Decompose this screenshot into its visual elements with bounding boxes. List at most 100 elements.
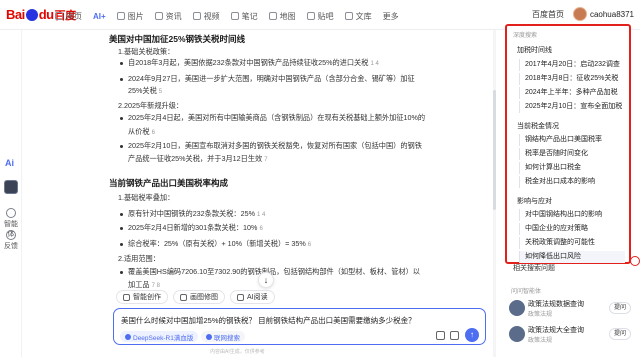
avatar[interactable] xyxy=(572,7,587,21)
scroll-thumb[interactable] xyxy=(493,90,496,210)
tab-map[interactable]: 地图 xyxy=(268,11,296,22)
tab-wenku[interactable]: 文库 xyxy=(344,11,372,22)
map-icon xyxy=(268,12,277,20)
tab-news[interactable]: 资讯 xyxy=(154,11,182,22)
agent-avatar xyxy=(509,300,525,316)
panel-item[interactable]: 税率是否随时间变化 xyxy=(519,148,625,160)
globe-icon xyxy=(206,333,212,340)
tab-note[interactable]: 笔记 xyxy=(230,11,258,22)
deepseek-icon xyxy=(125,333,131,340)
draw-icon xyxy=(180,293,187,301)
paw-icon xyxy=(25,9,38,21)
video-icon xyxy=(192,12,201,20)
panel-item[interactable]: 如何降低出口风险 xyxy=(519,251,625,263)
citation-ref[interactable]: 1 4 xyxy=(257,212,265,218)
bullet-dot xyxy=(120,227,123,230)
subsection-heading: 1.基础税率叠加： xyxy=(118,193,175,202)
section-title-tax: 当前钢铁产品出口美国税率构成 xyxy=(109,178,229,188)
panel-item[interactable]: 如何计算出口税金 xyxy=(519,162,625,174)
baidu-home-link[interactable]: 百度首页 xyxy=(532,9,564,20)
smart-create-button[interactable]: 智能创作 xyxy=(116,290,168,304)
chat-input-box[interactable]: 美国什么时候对中国加增25%的钢铁税？ 目前钢铁结构产品出口美国需要缴纳多少税金… xyxy=(113,308,486,345)
panel-item[interactable]: 税金对出口成本的影响 xyxy=(519,176,625,188)
ask-button[interactable]: 提问 xyxy=(608,302,631,314)
ai-read-button[interactable]: AI阅读 xyxy=(230,290,275,304)
citation-ref[interactable]: 6 xyxy=(259,226,262,232)
panel-header: 深度搜索 xyxy=(513,33,538,39)
scrollbar[interactable] xyxy=(493,30,496,357)
list-item: 2025年2月4日起，美国对所有中国输美商品（含钢铁制品）在现有关税基础上额外加… xyxy=(128,113,426,122)
subsection-heading: 2.适用范围： xyxy=(118,254,160,263)
list-item-cont: 产品统一征收25%关税，并于3月12日生效 7 xyxy=(128,154,268,163)
arrow-down-icon: ↓ xyxy=(263,275,269,285)
panel-item[interactable]: 钢结构产品出口美国税率 xyxy=(519,134,625,146)
left-rail: Ai 智能体 反馈 xyxy=(0,30,22,357)
top-right: 百度首页 caohua8371 xyxy=(532,7,634,21)
citation-ref[interactable]: 6 xyxy=(152,130,155,136)
panel-section-title: 加税时间线 xyxy=(517,47,552,54)
bullet-dot xyxy=(120,243,123,246)
panel-item[interactable]: 对中国钢结构出口的影响 xyxy=(519,209,625,221)
panel-section-title: 影响与应对 xyxy=(517,198,552,205)
nav-tabs: 网页 AI+ 图片 资讯 视频 笔记 地图 贴吧 文库 更多 xyxy=(55,9,410,23)
disclaimer: 内容由AI生成，仅供参考 xyxy=(210,349,265,355)
wenku-icon xyxy=(344,12,353,20)
panel-item[interactable]: 2024年上半年：多种产品加税 xyxy=(519,87,625,99)
attach-icon[interactable] xyxy=(436,331,445,340)
citation-ref[interactable]: 1 4 xyxy=(370,61,378,67)
list-item-cont: 25%关税 5 xyxy=(128,86,163,95)
tab-more[interactable]: 更多 xyxy=(383,11,399,22)
agent-card[interactable]: 政策法规数据查询 政策法规 提问 xyxy=(509,298,631,318)
section-title-timeline: 美国对中国加征25%钢铁关税时间线 xyxy=(109,34,246,44)
bullet-dot xyxy=(120,213,123,216)
panel-item[interactable]: 2018年3月8日：征收25%关税 xyxy=(519,73,625,85)
list-item: 自2018年3月起，美国依据232条款对中国钢铁产品持续征收25%的进口关税 1… xyxy=(128,58,379,67)
tab-web[interactable]: 网页 xyxy=(55,11,82,22)
model-chip[interactable]: DeepSeek-R1满血版 xyxy=(120,331,199,342)
create-icon xyxy=(123,293,130,301)
tab-tieba[interactable]: 贴吧 xyxy=(306,11,334,22)
feedback-icon xyxy=(6,230,16,240)
feedback-button[interactable]: 反馈 xyxy=(3,230,19,251)
ask-button[interactable]: 提问 xyxy=(608,328,631,340)
web-icon xyxy=(55,12,63,20)
arrow-up-icon: ↑ xyxy=(470,330,474,339)
image-icon xyxy=(116,12,125,20)
ai-assistant-icon[interactable]: Ai xyxy=(5,158,14,168)
history-thumbnail[interactable] xyxy=(4,180,18,194)
agent-icon xyxy=(6,208,16,218)
bullet-dot xyxy=(120,145,123,148)
draw-button[interactable]: 画图修图 xyxy=(173,290,225,304)
list-item-cont: 从价税 6 xyxy=(128,127,155,136)
list-item: 综合税率：25%（原有关税）+ 10%（新增关税）= 35% 6 xyxy=(128,239,312,248)
bullet-dot xyxy=(120,117,123,120)
scroll-down-button[interactable]: ↓ xyxy=(258,272,274,288)
username[interactable]: caohua8371 xyxy=(590,10,634,19)
note-icon xyxy=(230,12,239,20)
citation-ref[interactable]: 6 xyxy=(308,242,311,248)
news-icon xyxy=(154,12,163,20)
agent-card[interactable]: 政策法规大全查询 政策法规 提问 xyxy=(509,324,631,344)
image-upload-icon[interactable] xyxy=(450,331,459,340)
citation-ref[interactable]: 7 xyxy=(264,157,267,163)
list-item: 覆盖美国HS编码7206.10至7302.90的钢铁制品，包括钢结构部件（如型材… xyxy=(128,267,420,276)
tab-ai[interactable]: AI+ xyxy=(93,12,106,21)
tab-image[interactable]: 图片 xyxy=(116,11,144,22)
panel-item[interactable]: 2025年2月10日：宣布全面加税 xyxy=(519,101,625,113)
panel-item[interactable]: 2017年4月20日：启动232调查 xyxy=(519,59,625,71)
tab-video[interactable]: 视频 xyxy=(192,11,220,22)
expand-panel-button[interactable] xyxy=(630,256,640,266)
bullet-dot xyxy=(120,78,123,81)
panel-item[interactable]: 关税政策调整的可能性 xyxy=(519,237,625,249)
web-search-chip[interactable]: 联网搜索 xyxy=(201,331,245,342)
list-item: 2025年2月4日新增的301条款关税：10% 6 xyxy=(128,223,263,232)
panel-item[interactable]: 中国企业的应对策略 xyxy=(519,223,625,235)
deep-search-panel: 深度搜索 加税时间线 2017年4月20日：启动232调查 2018年3月8日：… xyxy=(505,24,631,264)
read-icon xyxy=(237,293,244,301)
chat-input[interactable]: 美国什么时候对中国加增25%的钢铁税？ 目前钢铁结构产品出口美国需要缴纳多少税金… xyxy=(121,315,416,326)
related-questions-link[interactable]: 相关搜索问题 xyxy=(513,263,555,273)
citation-ref[interactable]: 7 8 xyxy=(152,283,160,289)
send-button[interactable]: ↑ xyxy=(465,328,479,342)
citation-ref[interactable]: 5 xyxy=(159,89,162,95)
list-item: 2025年2月10日，美国宣布取消对多国的钢铁关税豁免，恢复对所有国家（包括中国… xyxy=(128,141,422,150)
